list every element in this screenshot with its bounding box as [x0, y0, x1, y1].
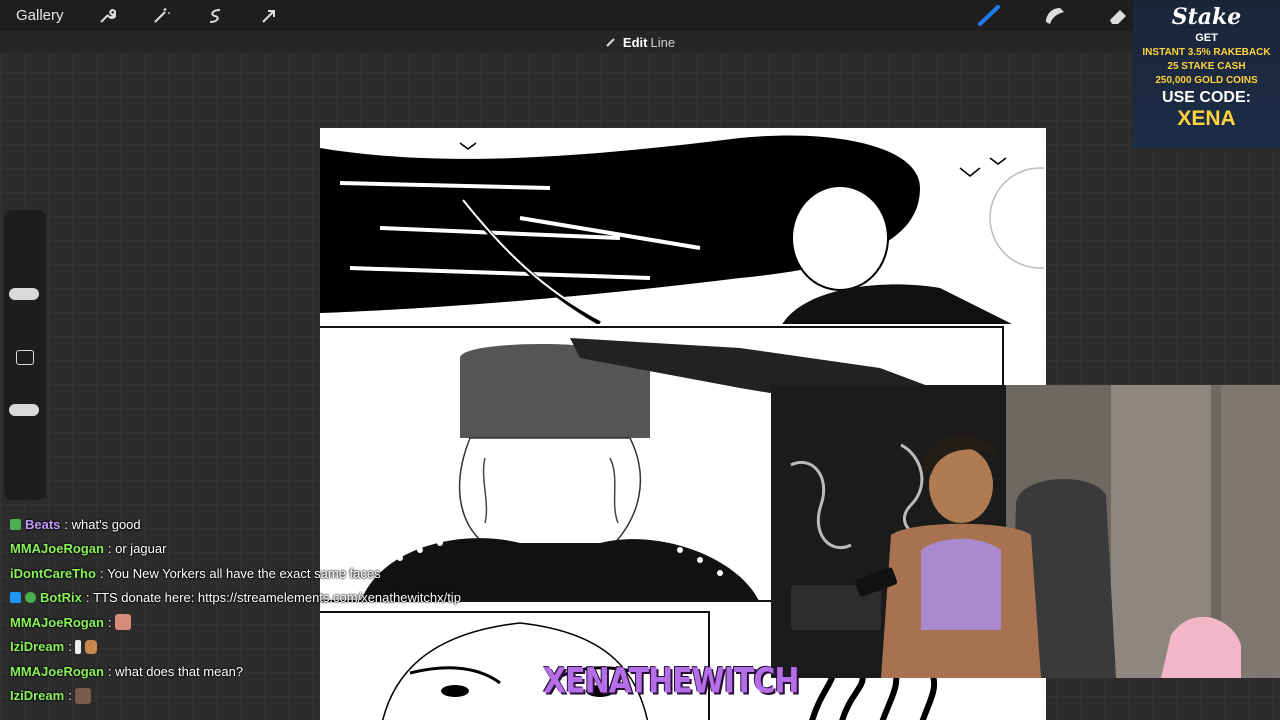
promo-cash: 25 STAKE CASH — [1167, 61, 1246, 72]
chat-message: IziDream : — [10, 684, 530, 709]
chat-separator: : — [68, 639, 72, 655]
smudge-icon[interactable] — [1042, 4, 1066, 31]
chat-username[interactable]: iDontCareTho — [10, 566, 96, 581]
chat-username[interactable]: MMAJoeRogan — [10, 615, 104, 630]
chat-message: BotRix : TTS donate here: https://stream… — [10, 586, 530, 611]
promo-code: XENA — [1177, 107, 1236, 130]
promo-logo: Stake — [1171, 4, 1242, 30]
chat-separator: : — [99, 565, 104, 581]
edit-label[interactable]: Edit — [623, 35, 648, 50]
chat-separator: : — [107, 663, 112, 679]
opacity-slider[interactable] — [9, 404, 39, 416]
promo-overlay: Stake GET INSTANT 3.5% RAKEBACK 25 STAKE… — [1133, 0, 1280, 148]
chat-text: what's good — [71, 516, 141, 532]
chat-message: IziDream : — [10, 635, 530, 660]
streamer-name-banner: XENATHEWITCH — [543, 661, 800, 702]
chat-message: Beats : what's good — [10, 512, 530, 537]
promo-use-code: USE CODE: — [1162, 89, 1251, 106]
chat-message: MMAJoeRogan : or jaguar — [10, 537, 530, 562]
magic-wand-icon[interactable] — [150, 5, 172, 27]
edit-line-bar: Edit Line — [0, 31, 1280, 53]
promo-get: GET — [1195, 32, 1218, 44]
chat-text: what does that mean? — [115, 663, 244, 679]
chat-separator: : — [107, 614, 112, 630]
top-toolbar: Gallery — [0, 0, 1280, 31]
chat-separator: : — [107, 541, 112, 557]
gallery-button[interactable]: Gallery — [16, 7, 64, 24]
selection-icon[interactable] — [204, 5, 226, 27]
brush-size-slider[interactable] — [9, 288, 39, 300]
chat-separator: : — [68, 688, 72, 704]
chat-username[interactable]: MMAJoeRogan — [10, 664, 104, 679]
modify-button[interactable] — [16, 350, 34, 365]
chat-username[interactable]: BotRix — [40, 590, 82, 605]
chat-badge-icon — [10, 518, 21, 530]
wrench-icon[interactable] — [96, 5, 118, 27]
hand-emoji-icon — [85, 639, 98, 654]
verified-badge-icon — [25, 592, 36, 604]
promo-coins: 250,000 GOLD COINS — [1155, 75, 1258, 86]
pencil-icon — [606, 38, 615, 47]
chat-message: MMAJoeRogan : — [10, 610, 530, 635]
chat-username[interactable]: MMAJoeRogan — [10, 541, 104, 556]
candle-emoji-icon — [75, 639, 82, 654]
chat-username[interactable]: IziDream — [10, 688, 64, 703]
chat-username[interactable]: Beats — [25, 517, 60, 532]
bot-badge-icon — [10, 592, 21, 604]
chat-text: TTS donate here: https://streamelements.… — [93, 590, 461, 606]
chat-username[interactable]: IziDream — [10, 639, 64, 654]
chat-separator: : — [64, 516, 69, 532]
chat-separator: : — [85, 590, 90, 606]
transform-arrow-icon[interactable] — [258, 5, 280, 27]
chat-overlay: Beats : what's good MMAJoeRogan : or jag… — [10, 512, 530, 708]
chat-message: iDontCareTho : You New Yorkers all have … — [10, 561, 530, 586]
brush-icon[interactable] — [978, 4, 1002, 31]
webcam-feed — [771, 385, 1280, 678]
comic-panel-top — [320, 128, 1044, 324]
line-mode-label[interactable]: Line — [650, 35, 675, 50]
emote-icon — [115, 614, 132, 631]
chat-text: or jaguar — [115, 541, 167, 557]
promo-rakeback: INSTANT 3.5% RAKEBACK — [1142, 47, 1271, 58]
eraser-icon[interactable] — [1106, 4, 1130, 31]
chat-message: MMAJoeRogan : what does that mean? — [10, 659, 530, 684]
emote-icon — [75, 687, 92, 704]
chat-text: You New Yorkers all have the exact same … — [107, 565, 381, 581]
left-sidebar — [4, 210, 46, 500]
